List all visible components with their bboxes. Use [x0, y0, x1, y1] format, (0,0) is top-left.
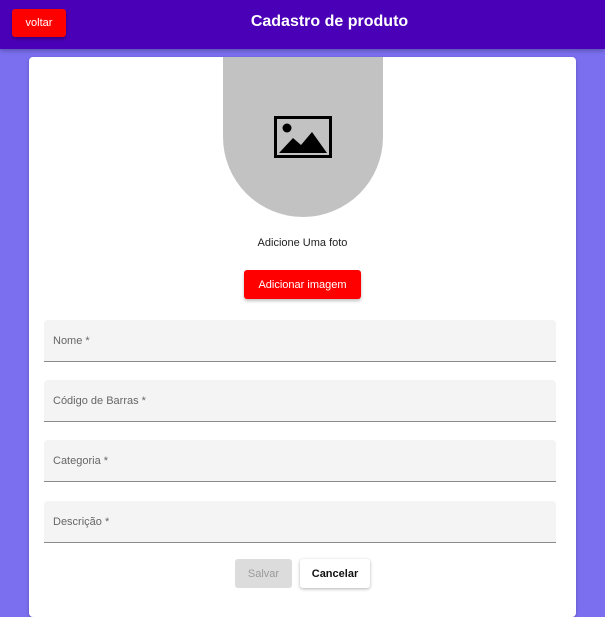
barcode-field[interactable]: Código de Barras * — [44, 380, 556, 422]
page-title: Cadastro de produto — [250, 13, 409, 30]
photo-placeholder — [223, 57, 383, 217]
name-input[interactable] — [44, 320, 556, 361]
category-field[interactable]: Categoria * — [44, 440, 556, 482]
app-bar: voltar Cadastro de produto — [0, 0, 605, 49]
add-image-button[interactable]: Adicionar imagem — [244, 270, 361, 299]
photo-caption: Adicione Uma foto — [257, 237, 348, 249]
name-field[interactable]: Nome * — [44, 320, 556, 362]
cancel-button[interactable]: Cancelar — [300, 559, 370, 588]
image-icon — [274, 116, 332, 158]
category-input[interactable] — [44, 440, 556, 481]
barcode-input[interactable] — [44, 380, 556, 421]
description-input[interactable] — [44, 501, 556, 542]
description-field[interactable]: Descrição * — [44, 501, 556, 543]
product-form-card: Adicione Uma foto Adicionar imagem Nome … — [29, 57, 576, 617]
save-button[interactable]: Salvar — [235, 559, 292, 588]
